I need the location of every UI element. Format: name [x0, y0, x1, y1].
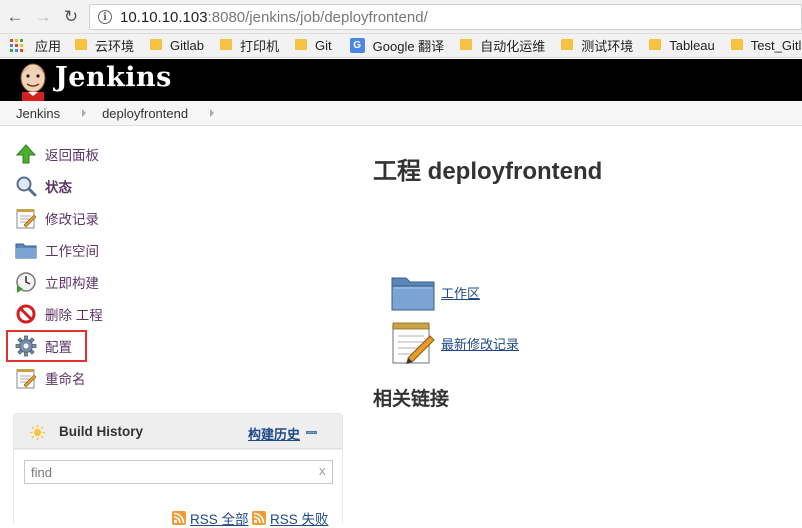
notepad-icon — [14, 206, 38, 230]
task-label: 工作空间 — [45, 244, 99, 259]
bookmark-label: 自动化运维 — [480, 39, 546, 54]
recent-changes-link-label[interactable]: 最新修改记录 — [441, 334, 519, 353]
breadcrumb: Jenkins deployfrontend — [0, 101, 802, 126]
bookmark-item[interactable]: Git — [295, 38, 332, 53]
browser-toolbar: ← → ↻ i 10.10.10.103:8080/jenkins/job/de… — [0, 0, 802, 34]
info-icon[interactable]: i — [98, 10, 112, 24]
collapse-icon[interactable] — [306, 431, 317, 434]
build-history-header: Build History 构建历史 — [14, 414, 342, 449]
bookmark-label: Google 翻译 — [372, 39, 445, 54]
bookmark-item[interactable]: 自动化运维 — [460, 36, 545, 55]
build-history-search-input[interactable] — [24, 460, 333, 484]
no-entry-icon — [14, 302, 38, 326]
up-arrow-icon — [14, 142, 38, 166]
bookmark-item[interactable]: Test_Gitlab& — [730, 38, 802, 53]
bookmark-label: Tableau — [669, 38, 715, 53]
task-back-to-dashboard[interactable]: 返回面板 — [14, 142, 99, 166]
folder-icon — [391, 277, 435, 311]
folder-icon — [460, 39, 473, 50]
apps-icon — [10, 39, 23, 52]
folder-icon — [295, 39, 308, 50]
task-changes[interactable]: 修改记录 — [14, 206, 99, 230]
build-history-body: x RSS 全部 RSS 失败 — [14, 450, 342, 527]
bookmark-item[interactable]: G Google 翻译 — [349, 36, 445, 55]
task-delete-project[interactable]: 删除 工程 — [14, 302, 103, 326]
magnifier-icon — [14, 174, 38, 198]
task-label: 重命名 — [45, 372, 86, 387]
bookmark-item[interactable]: 打印机 — [220, 36, 279, 55]
task-status[interactable]: 状态 — [14, 174, 72, 198]
clear-search-icon[interactable]: x — [319, 463, 326, 478]
address-bar[interactable]: i 10.10.10.103:8080/jenkins/job/deployfr… — [89, 4, 802, 30]
build-history-widget: Build History 构建历史 x RSS 全部 RSS 失败 — [13, 413, 343, 527]
bookmark-item[interactable]: 云环境 — [75, 36, 134, 55]
folder-icon — [220, 39, 232, 50]
bookmark-apps[interactable]: 应用 — [10, 36, 61, 55]
task-label: 立即构建 — [45, 276, 99, 291]
jenkins-logo-icon[interactable] — [14, 61, 52, 101]
folder-icon — [649, 39, 662, 50]
rss-failed-label: RSS 失败 — [270, 512, 329, 527]
back-arrow-icon[interactable]: ← — [4, 6, 26, 28]
jenkins-title[interactable]: Jenkins — [55, 62, 172, 93]
url-host: 10.10.10.103 — [120, 8, 208, 26]
bookmark-label: Git — [315, 38, 332, 53]
breadcrumb-arrow-icon[interactable] — [82, 109, 87, 117]
task-workspace[interactable]: 工作空间 — [14, 238, 99, 262]
bookmark-label: 测试环境 — [581, 39, 634, 54]
bookmark-label: 云环境 — [95, 39, 135, 54]
build-history-title: Build History — [59, 424, 144, 439]
task-label: 返回面板 — [45, 148, 99, 163]
breadcrumb-arrow-icon[interactable] — [210, 109, 215, 117]
clock-icon — [14, 270, 38, 294]
folder-icon — [75, 39, 88, 50]
notepad-icon — [392, 322, 435, 364]
task-label: 删除 工程 — [45, 308, 103, 323]
bookmark-label: 应用 — [35, 39, 62, 54]
forward-arrow-icon[interactable]: → — [32, 6, 54, 28]
task-label: 修改记录 — [45, 212, 99, 227]
task-build-now[interactable]: 立即构建 — [14, 270, 99, 294]
related-links-heading: 相关链接 — [373, 389, 450, 410]
configure-highlight-box — [6, 330, 87, 362]
recent-changes-link[interactable]: 最新修改记录 — [390, 320, 519, 366]
rss-all-label: RSS 全部 — [190, 512, 249, 527]
bookmark-item[interactable]: 测试环境 — [561, 36, 633, 55]
folder-icon — [150, 39, 163, 50]
page-title: 工程 deployfrontend — [373, 158, 603, 185]
url-path: :8080/jenkins/job/deployfrontend/ — [207, 8, 428, 26]
folder-icon — [14, 238, 38, 262]
workspace-link[interactable]: 工作区 — [390, 272, 480, 312]
bookmark-label: Gitlab — [170, 38, 204, 53]
bookmarks-bar: 应用 云环境 Gitlab 打印机 Git G Google 翻译 自动化运维 测… — [0, 34, 802, 58]
bookmark-item[interactable]: Gitlab — [150, 38, 204, 53]
build-trend-link[interactable]: 构建历史 — [248, 424, 300, 443]
workspace-link-label[interactable]: 工作区 — [441, 283, 480, 302]
breadcrumb-deployfrontend[interactable]: deployfrontend — [102, 106, 188, 121]
folder-icon — [561, 39, 574, 50]
jenkins-header: Jenkins — [0, 59, 802, 101]
breadcrumb-jenkins[interactable]: Jenkins — [16, 106, 60, 121]
google-translate-icon: G — [349, 38, 365, 53]
rss-failed-link[interactable]: RSS 失败 — [252, 508, 329, 528]
task-rename[interactable]: 重命名 — [14, 366, 86, 390]
bookmark-item[interactable]: Tableau — [649, 38, 715, 53]
folder-icon — [730, 39, 743, 50]
bookmark-label: 打印机 — [240, 39, 280, 54]
task-label: 状态 — [45, 180, 72, 195]
sun-icon — [30, 425, 45, 440]
rss-all-link[interactable]: RSS 全部 — [172, 508, 249, 528]
reload-icon[interactable]: ↻ — [60, 6, 82, 28]
notepad-icon — [14, 366, 38, 390]
bookmark-label: Test_Gitlab& — [750, 38, 802, 53]
